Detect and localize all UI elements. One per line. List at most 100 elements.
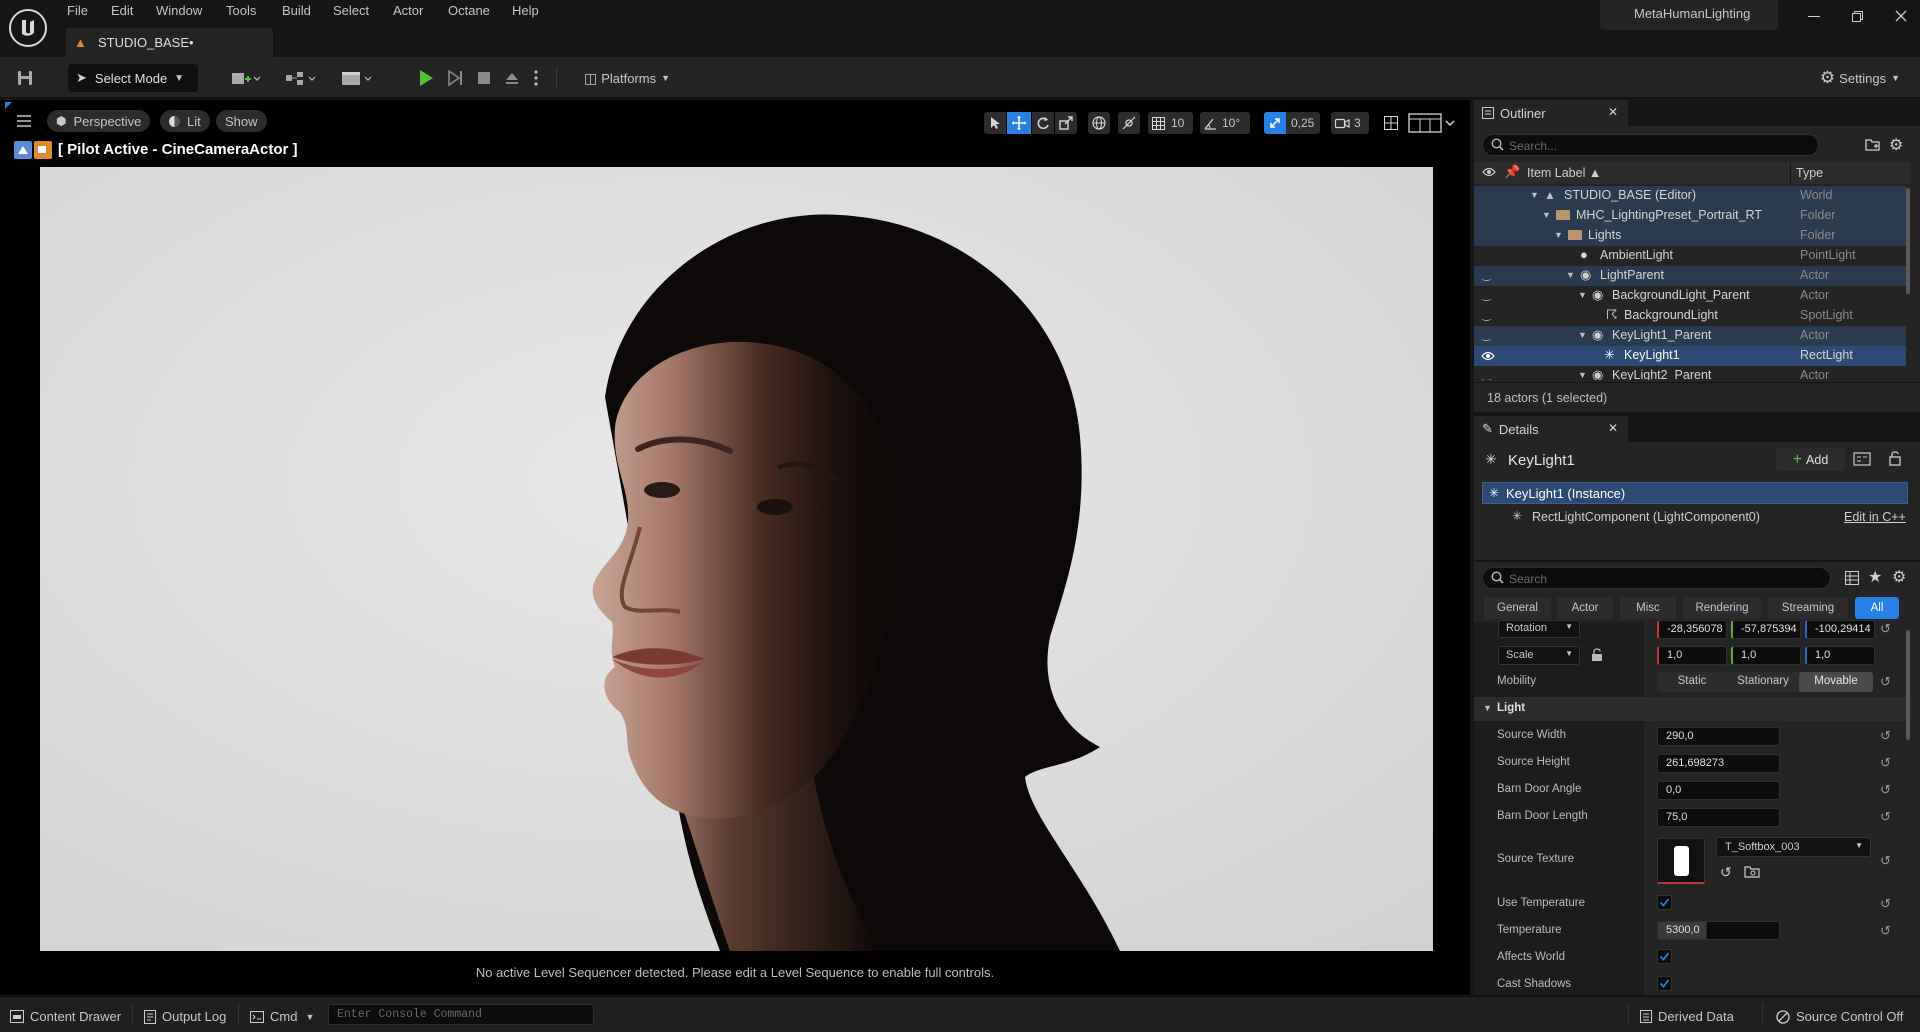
visibility-icon[interactable]: ‿ (1482, 288, 1491, 301)
edit-cpp-link[interactable]: Edit in C++ (1844, 510, 1906, 524)
menu-tools[interactable]: Tools (226, 3, 256, 18)
outliner-row[interactable]: ‿ ▼ ◉ KeyLight1_Parent Actor (1474, 326, 1906, 346)
barn-door-length-field[interactable]: 75,0 (1657, 808, 1780, 827)
rotation-snap-toggle[interactable]: 10° (1200, 112, 1250, 134)
temperature-field[interactable]: 5300,0 (1657, 921, 1780, 940)
category-tab-rendering[interactable]: Rendering (1683, 597, 1761, 619)
category-tab-streaming[interactable]: Streaming (1768, 597, 1848, 619)
grid-snap-toggle[interactable]: 10 (1148, 112, 1193, 134)
content-drawer-button[interactable]: Content Drawer (10, 1009, 121, 1024)
world-space-icon[interactable] (1088, 112, 1110, 134)
rotate-tool-icon[interactable] (1032, 112, 1054, 134)
reset-icon[interactable]: ↺ (1880, 923, 1891, 939)
rotation-y-field[interactable]: -57,875394 (1731, 620, 1801, 639)
star-icon[interactable]: ★ (1868, 567, 1882, 587)
instance-row[interactable]: ✳ KeyLight1 (Instance) (1482, 482, 1908, 504)
light-section-header[interactable]: ▼ Light (1474, 697, 1910, 721)
viewport-layout-icon[interactable] (1408, 112, 1456, 134)
source-height-field[interactable]: 261,698273 (1657, 754, 1780, 773)
show-button[interactable]: Show (216, 110, 267, 132)
tab-outliner[interactable]: Outliner ✕ (1474, 100, 1628, 126)
console-command-input[interactable]: Enter Console Command (328, 1004, 594, 1025)
affects-world-checkbox[interactable] (1657, 949, 1672, 964)
outliner-row[interactable]: ‿ ▼ ◉ BackgroundLight_Parent Actor (1474, 286, 1906, 306)
add-actor-icon[interactable] (224, 64, 266, 92)
details-search-input[interactable]: Search (1482, 567, 1831, 589)
output-log-button[interactable]: Output Log (144, 1009, 226, 1024)
outliner-scrollbar[interactable] (1906, 188, 1910, 294)
browse-asset-icon[interactable] (1744, 864, 1760, 878)
reset-icon[interactable]: ↺ (1880, 621, 1891, 637)
reset-icon[interactable]: ↺ (1880, 674, 1891, 690)
scale-lock-icon[interactable] (1591, 648, 1603, 662)
perspective-button[interactable]: ⬢ Perspective (47, 110, 151, 132)
visibility-icon[interactable]: ‿ (1482, 268, 1491, 281)
close-window-icon[interactable] (1895, 10, 1907, 22)
use-selected-icon[interactable]: ↺ (1720, 864, 1732, 881)
scale-z-field[interactable]: 1,0 (1805, 646, 1875, 665)
restore-icon[interactable] (1852, 11, 1863, 22)
minimize-icon[interactable] (1808, 16, 1820, 17)
select-tool-icon[interactable] (984, 112, 1006, 134)
category-tab-general[interactable]: General (1484, 597, 1551, 619)
blueprint-hierarchy-icon[interactable] (1853, 452, 1871, 466)
outliner-row[interactable]: ● AmbientLight PointLight (1474, 246, 1906, 266)
visibility-icon[interactable]: ‿ (1482, 328, 1491, 341)
menu-actor[interactable]: Actor (393, 3, 423, 18)
table-view-icon[interactable] (1845, 571, 1859, 585)
reset-icon[interactable]: ↺ (1880, 782, 1891, 798)
outliner-col-type[interactable]: Type (1796, 166, 1823, 180)
mobility-movable[interactable]: Movable (1799, 672, 1873, 692)
outliner-row[interactable]: ‿ ▼ ◉ KeyLight2_Parent Actor (1474, 366, 1906, 380)
details-scrollbar[interactable] (1906, 630, 1910, 740)
surface-snap-icon[interactable] (1118, 112, 1140, 134)
reset-icon[interactable]: ↺ (1880, 755, 1891, 771)
outliner-settings-icon[interactable]: ⚙ (1889, 135, 1903, 155)
outliner-row[interactable]: ▼ ▲ STUDIO_BASE (Editor) World (1474, 186, 1906, 206)
menu-octane[interactable]: Octane (448, 3, 490, 18)
visibility-icon[interactable]: ‿ (1482, 368, 1491, 380)
outliner-row-selected[interactable]: ✳ KeyLight1 RectLight (1474, 346, 1906, 366)
more-options-icon[interactable] (530, 64, 542, 92)
unreal-logo[interactable] (8, 8, 48, 48)
derived-data-button[interactable]: Derived Data (1640, 1009, 1734, 1024)
outliner-row[interactable]: ‿ ☈ BackgroundLight SpotLight (1474, 306, 1906, 326)
select-mode-dropdown[interactable]: ➤ Select Mode ▼ (68, 64, 198, 92)
scale-tool-icon[interactable] (1055, 112, 1077, 134)
details-settings-icon[interactable]: ⚙ (1892, 567, 1906, 587)
rotation-x-field[interactable]: -28,356078 (1657, 620, 1727, 639)
menu-build[interactable]: Build (282, 3, 311, 18)
settings-dropdown[interactable]: ⚙ Settings ▼ (1810, 64, 1910, 92)
cinematics-icon[interactable] (336, 64, 378, 92)
menu-file[interactable]: File (67, 3, 88, 18)
scale-y-field[interactable]: 1,0 (1731, 646, 1801, 665)
menu-help[interactable]: Help (512, 3, 539, 18)
category-tab-misc[interactable]: Misc (1620, 597, 1676, 619)
eject-icon[interactable] (500, 64, 524, 92)
layout-icon[interactable] (1380, 112, 1402, 134)
texture-asset-dropdown[interactable]: T_Softbox_003 ▼ (1716, 837, 1871, 857)
rotation-dropdown[interactable]: Rotation ▼ (1498, 620, 1580, 638)
rotation-z-field[interactable]: -100,29414 (1805, 620, 1875, 639)
add-component-button[interactable]: + Add (1776, 448, 1845, 471)
mobility-static[interactable]: Static (1657, 675, 1727, 687)
visibility-icon[interactable]: ‿ (1482, 308, 1491, 321)
platforms-dropdown[interactable]: ◫ Platforms ▼ (576, 64, 678, 92)
outliner-row[interactable]: ▼ MHC_LightingPreset_Portrait_RT Folder (1474, 206, 1906, 226)
category-tab-all[interactable]: All (1855, 597, 1899, 619)
outliner-row[interactable]: ▼ Lights Folder (1474, 226, 1906, 246)
translate-tool-icon[interactable] (1007, 112, 1031, 134)
level-tab[interactable]: ▲ STUDIO_BASE• (66, 28, 273, 58)
cmd-dropdown[interactable]: Cmd ▼ (250, 1009, 314, 1024)
category-tab-actor[interactable]: Actor (1557, 597, 1613, 619)
source-width-field[interactable]: 290,0 (1657, 727, 1780, 746)
save-icon[interactable] (10, 64, 40, 92)
outliner-col-label[interactable]: Item Label ▲ (1527, 166, 1601, 180)
scale-dropdown[interactable]: Scale ▼ (1498, 646, 1580, 665)
camera-speed-button[interactable]: 3 (1331, 112, 1369, 134)
play-icon[interactable] (414, 64, 438, 92)
component-row[interactable]: ✳ RectLightComponent (LightComponent0) E… (1482, 506, 1908, 528)
reset-icon[interactable]: ↺ (1880, 728, 1891, 744)
use-temperature-checkbox[interactable] (1657, 895, 1672, 910)
close-icon[interactable]: ✕ (1608, 105, 1618, 119)
